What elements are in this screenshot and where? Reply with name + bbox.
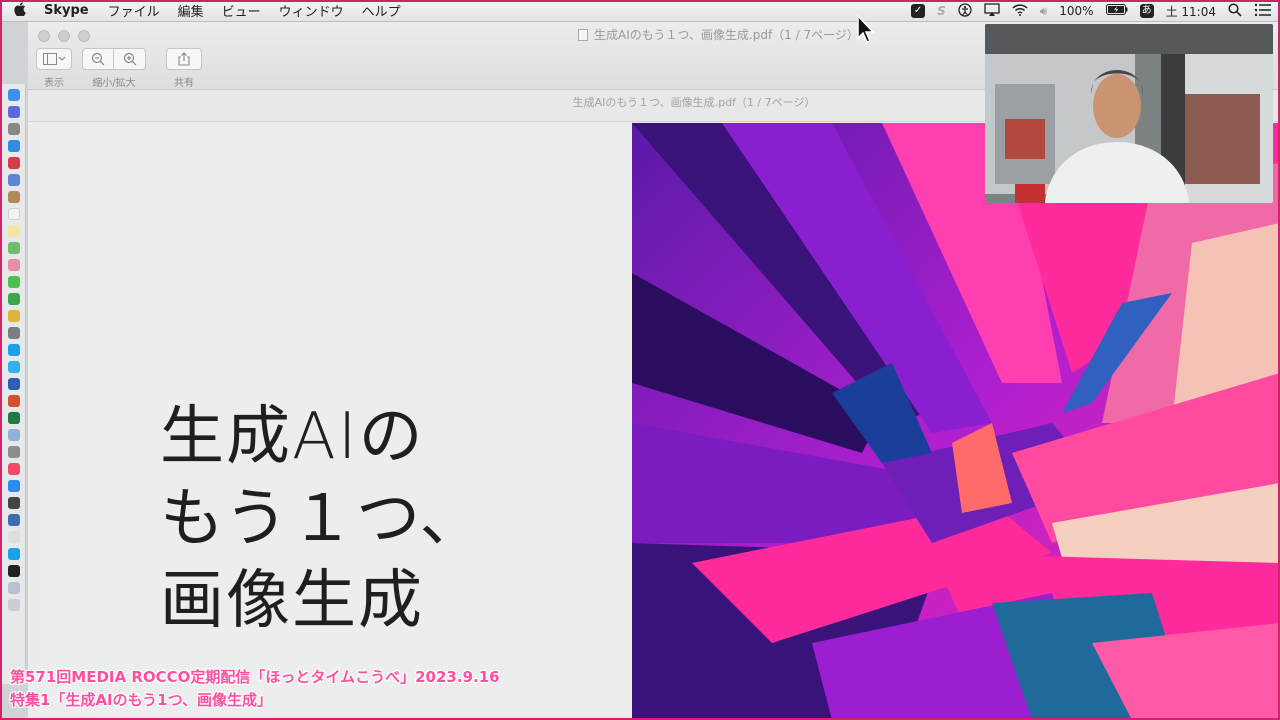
- quicktime-icon[interactable]: [7, 514, 20, 526]
- broadcast-caption: 第571回MEDIA ROCCO定期配信「ほっとタイムこうべ」2023.9.16…: [10, 666, 500, 712]
- slide-title: 生成AIの もう１つ、 画像生成: [160, 400, 486, 638]
- menu-help[interactable]: ヘルプ: [353, 1, 410, 20]
- menu-edit[interactable]: 編集: [169, 1, 213, 20]
- messages-icon[interactable]: [7, 276, 20, 288]
- share-toolbar-item: 共有: [166, 48, 202, 89]
- accessibility-icon[interactable]: [958, 2, 972, 20]
- close-window-button[interactable]: [38, 30, 50, 42]
- battery-icon[interactable]: [1105, 4, 1128, 18]
- excel-icon[interactable]: [7, 412, 20, 424]
- zoom-toolbar-item: 縮小/拡大: [82, 48, 146, 89]
- skype-running-icon[interactable]: [7, 548, 20, 560]
- zoom-in-button[interactable]: [114, 48, 146, 70]
- downloads-icon[interactable]: [7, 582, 20, 594]
- zoom-window-button[interactable]: [78, 30, 90, 42]
- status-area: ✓ S 🔊︎ 100% あ 土 11:04: [911, 0, 1272, 22]
- music-icon[interactable]: [7, 463, 20, 475]
- zoom-button-group: [82, 48, 146, 74]
- window-title-text: 生成AIのもう１つ、画像生成.pdf（1 / 7ページ）: [594, 28, 859, 42]
- facetime-icon[interactable]: [7, 293, 20, 305]
- terminal-icon[interactable]: [7, 565, 20, 577]
- system-preferences-icon[interactable]: [7, 446, 20, 458]
- launchpad-icon[interactable]: [7, 106, 20, 118]
- textedit-icon[interactable]: [7, 531, 20, 543]
- apple-menu-icon[interactable]: [0, 1, 40, 20]
- notification-center-icon[interactable]: [1254, 3, 1272, 20]
- abstract-artwork-graphic: [632, 123, 1280, 720]
- skype-status-icon[interactable]: S: [937, 4, 946, 18]
- minimize-window-button[interactable]: [58, 30, 70, 42]
- menu-bar: Skype ファイル 編集 ビュー ウィンドウ ヘルプ ✓ S 🔊︎ 100% …: [0, 0, 1280, 22]
- zoom-out-button[interactable]: [82, 48, 114, 70]
- trash-icon[interactable]: [7, 599, 20, 611]
- powerpoint-icon[interactable]: [7, 395, 20, 407]
- preview-icon[interactable]: [7, 429, 20, 441]
- window-title: 生成AIのもう１つ、画像生成.pdf（1 / 7ページ）: [578, 26, 859, 43]
- rocket-app-icon[interactable]: [7, 123, 20, 135]
- caption-line-1: 第571回MEDIA ROCCO定期配信「ほっとタイムこうべ」2023.9.16: [10, 668, 500, 686]
- pdf-document-icon: [578, 29, 588, 41]
- battery-percent: 100%: [1059, 4, 1094, 18]
- mail-icon[interactable]: [7, 174, 20, 186]
- airplay-icon[interactable]: [984, 2, 1000, 20]
- safari-icon[interactable]: [7, 140, 20, 152]
- volume-icon[interactable]: 🔊︎: [1040, 4, 1048, 19]
- menu-window[interactable]: ウィンドウ: [270, 1, 353, 20]
- word-icon[interactable]: [7, 378, 20, 390]
- input-method-indicator[interactable]: あ: [1139, 4, 1154, 18]
- folder-icon[interactable]: [7, 327, 20, 339]
- app-menu-skype[interactable]: Skype: [40, 3, 99, 18]
- calendar-icon[interactable]: [7, 208, 20, 220]
- activity-monitor-icon[interactable]: [7, 497, 20, 509]
- contacts-icon[interactable]: [7, 191, 20, 203]
- view-label: 表示: [44, 78, 64, 89]
- caption-line-2: 特集1「生成AIのもう1つ、画像生成」: [10, 691, 273, 709]
- share-label: 共有: [174, 78, 194, 89]
- maps-icon[interactable]: [7, 242, 20, 254]
- messenger-icon[interactable]: [7, 361, 20, 373]
- wifi-icon[interactable]: [1012, 3, 1028, 19]
- mouse-cursor-icon: [856, 14, 876, 48]
- photos-icon[interactable]: [7, 259, 20, 271]
- window-controls: [38, 30, 90, 42]
- dock: [2, 84, 26, 684]
- video-call-feed[interactable]: [985, 24, 1273, 203]
- menu-file[interactable]: ファイル: [99, 1, 169, 20]
- skype-dock-icon[interactable]: [7, 344, 20, 356]
- share-button[interactable]: [166, 48, 202, 70]
- abstract-artwork: [632, 123, 1280, 720]
- presenter-video-image: [985, 24, 1273, 203]
- finder-icon[interactable]: [7, 89, 20, 101]
- menu-view[interactable]: ビュー: [213, 1, 270, 20]
- spotlight-search-icon[interactable]: [1228, 2, 1242, 20]
- menubar-clock[interactable]: 土 11:04: [1166, 3, 1216, 20]
- view-toolbar-item: 表示: [36, 48, 72, 89]
- zoom-label: 縮小/拡大: [92, 78, 136, 89]
- notes-icon[interactable]: [7, 225, 20, 237]
- check-status-icon[interactable]: ✓: [911, 4, 926, 18]
- sidebar-view-button[interactable]: [36, 48, 72, 70]
- app-store-icon[interactable]: [7, 480, 20, 492]
- document-subtitle: 生成AIのもう１つ、画像生成.pdf（1 / 7ページ）: [572, 96, 816, 109]
- chrome-icon[interactable]: [7, 310, 20, 322]
- app-icon-red[interactable]: [7, 157, 20, 169]
